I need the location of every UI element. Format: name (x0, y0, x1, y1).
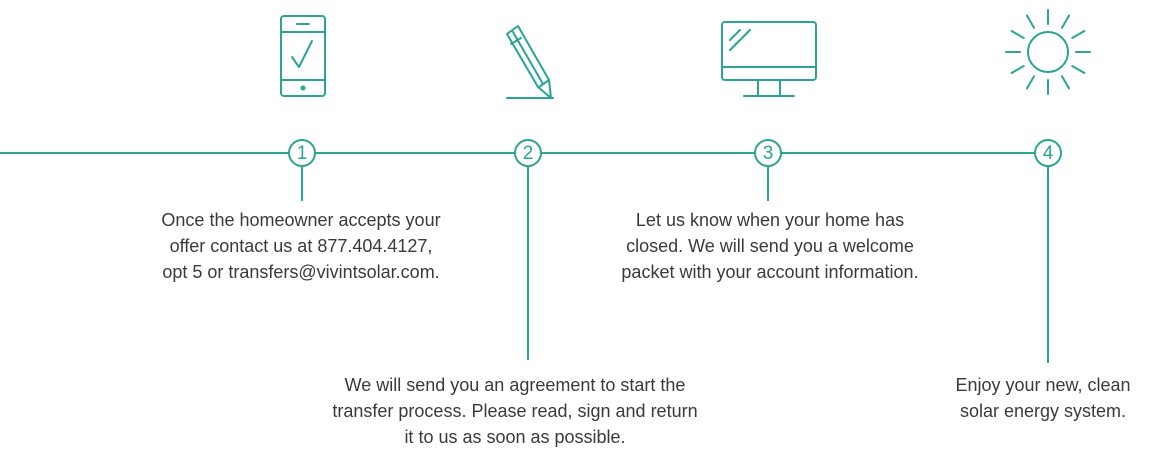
step-3-number: 3 (754, 139, 782, 167)
step-4-line-2: solar energy system. (959, 401, 1127, 421)
step-2-description: We will send you an agreement to start t… (255, 372, 775, 450)
step-3-line-3: packet with your account information. (621, 262, 919, 282)
step-2-connector (527, 167, 529, 360)
step-3-line-1: Let us know when your home has (635, 210, 905, 230)
pencil-sign-icon (505, 22, 557, 100)
step-1-number: 1 (288, 139, 316, 167)
step-3-connector (767, 167, 769, 201)
step-1-line-1: Once the homeowner accepts your (161, 210, 441, 230)
step-2-line-3: it to us as soon as possible. (404, 427, 626, 447)
monitor-icon (720, 20, 818, 100)
step-3-description: Let us know when your home has closed. W… (570, 207, 970, 285)
step-1-line-3: opt 5 or transfers@vivintsolar.com. (162, 262, 440, 282)
step-1-line-2: offer contact us at 877.404.4127, (169, 236, 433, 256)
sun-icon (1004, 6, 1092, 98)
step-4-line-1: Enjoy your new, clean (955, 375, 1131, 395)
smartphone-check-icon (279, 14, 327, 98)
step-4-connector (1047, 167, 1049, 363)
step-3-line-2: closed. We will send you a welcome (626, 236, 914, 256)
step-1-description: Once the homeowner accepts your offer co… (111, 207, 491, 285)
step-4-description: Enjoy your new, clean solar energy syste… (925, 372, 1161, 424)
step-2-line-1: We will send you an agreement to start t… (344, 375, 686, 395)
step-2-line-2: transfer process. Please read, sign and … (332, 401, 698, 421)
step-1-connector (301, 167, 303, 201)
step-2-number: 2 (514, 139, 542, 167)
step-4-number: 4 (1034, 139, 1062, 167)
